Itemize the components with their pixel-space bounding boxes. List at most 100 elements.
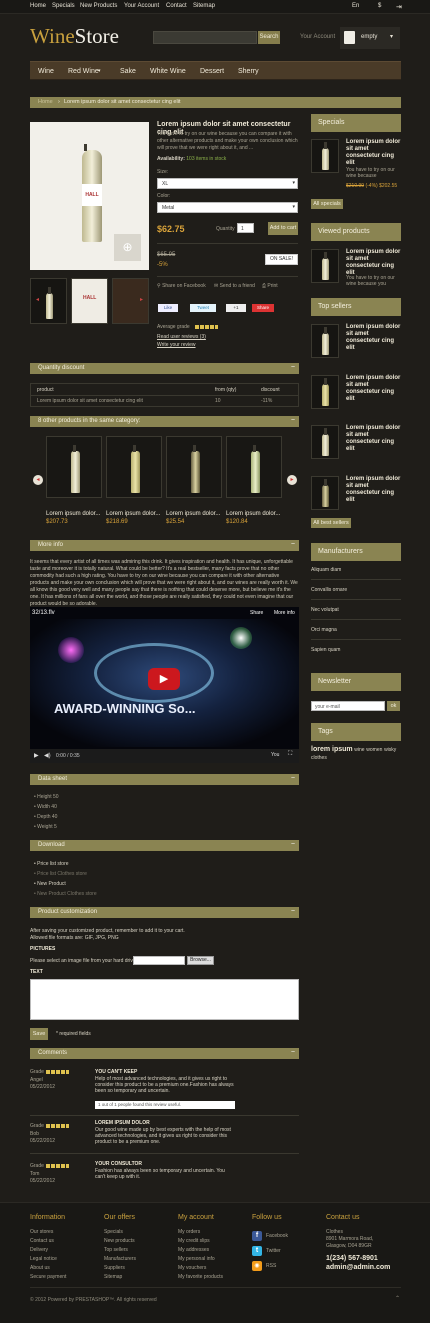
video-play-icon[interactable]: ▶ (148, 668, 180, 690)
customization-header[interactable]: Product customization − (30, 907, 299, 918)
account-link[interactable]: Your Account (300, 34, 335, 40)
thumb-prev-icon[interactable]: ◂ (36, 296, 39, 303)
currency-select[interactable]: $ (378, 3, 381, 9)
footer-link[interactable]: My addresses (178, 1246, 223, 1255)
viewed-product-name[interactable]: Lorem ipsum dolor sit amet consectetur c… (346, 249, 402, 277)
volume-icon[interactable]: ◀) (44, 752, 51, 759)
quantity-discount-header[interactable]: Quantity discount − (30, 363, 299, 374)
special-product-name[interactable]: Lorem ipsum dolor sit amet consectetur c… (346, 139, 402, 167)
footer-link[interactable]: Our stores (30, 1228, 66, 1237)
breadcrumb-home[interactable]: Home (38, 99, 53, 105)
size-select[interactable]: XL ▾ (157, 178, 298, 189)
top-link-specials[interactable]: Specials (52, 3, 75, 9)
footer-link[interactable]: My credit slips (178, 1237, 223, 1246)
top-link-home[interactable]: Home (30, 3, 46, 9)
manufacturer-link[interactable]: Convallis ornare (311, 587, 347, 593)
other-product-name[interactable]: Lorem ipsum dolor... (166, 511, 220, 517)
read-reviews-link[interactable]: Read user reviews (3) (157, 334, 206, 340)
plus-one-button[interactable]: +1 (226, 304, 246, 312)
other-product-name[interactable]: Lorem ipsum dolor... (106, 511, 160, 517)
color-select[interactable]: Metal ▾ (157, 202, 298, 213)
write-review-link[interactable]: Write your review (157, 342, 196, 348)
manufacturer-link[interactable]: Sapien quam (311, 647, 340, 653)
download-link[interactable]: • Price list store (34, 861, 69, 867)
top-seller-image[interactable] (311, 425, 339, 459)
browse-button[interactable]: Browse... (187, 956, 214, 965)
footer-link[interactable]: RSS (266, 1263, 276, 1269)
footer-link[interactable]: My personal info (178, 1255, 223, 1264)
print-link[interactable]: ⎙ Print (262, 283, 278, 289)
play-icon[interactable]: ▶ (34, 752, 39, 759)
product-image[interactable]: HALL ⊕ (30, 122, 149, 270)
comments-header[interactable]: Comments − (30, 1048, 299, 1059)
footer-link[interactable]: Contact us (30, 1237, 66, 1246)
tag-link[interactable]: wine (354, 747, 364, 753)
carousel-prev-icon[interactable]: ◂ (33, 475, 43, 485)
top-seller-name[interactable]: Lorem ipsum dolor sit amet consectetur c… (346, 375, 402, 403)
specials-header[interactable]: Specials (311, 114, 401, 132)
top-link-account[interactable]: Your Account (124, 3, 159, 9)
twitter-icon[interactable]: t (252, 1246, 262, 1256)
footer-link[interactable]: Delivery (30, 1246, 66, 1255)
newsletter-header[interactable]: Newsletter (311, 673, 401, 691)
product-thumbnail-3[interactable] (112, 278, 149, 324)
footer-link[interactable]: Manufacturers (104, 1255, 136, 1264)
youtube-logo[interactable]: You (271, 752, 279, 758)
top-sellers-header[interactable]: Top sellers (311, 298, 401, 316)
nav-sherry[interactable]: Sherry (238, 68, 259, 75)
nav-wine[interactable]: Wine (38, 68, 54, 75)
login-icon[interactable]: ⇥ (396, 3, 402, 11)
rss-icon[interactable]: ◉ (252, 1261, 262, 1271)
footer-link[interactable]: New products (104, 1237, 136, 1246)
video-title[interactable]: 32/13.flv (32, 610, 55, 616)
share-facebook-link[interactable]: ⚲ Share on Facebook (157, 283, 206, 289)
footer-link[interactable]: Twitter (266, 1248, 281, 1254)
all-specials-button[interactable]: All specials (311, 199, 343, 209)
footer-link[interactable]: My vouchers (178, 1264, 223, 1273)
tweet-button[interactable]: Tweet (190, 304, 216, 312)
nav-dessert[interactable]: Dessert (200, 68, 224, 75)
top-seller-name[interactable]: Lorem ipsum dolor sit amet consectetur c… (346, 476, 402, 504)
all-best-sellers-button[interactable]: All best sellers (311, 518, 351, 528)
quantity-input[interactable]: 1 (237, 223, 254, 233)
top-seller-image[interactable] (311, 476, 339, 510)
tag-link[interactable]: women (366, 747, 382, 753)
video-more-info[interactable]: More info (274, 610, 295, 616)
fb-like-button[interactable]: Like (158, 304, 178, 312)
footer-link[interactable]: About us (30, 1264, 66, 1273)
top-link-new-products[interactable]: New Products (80, 3, 117, 9)
custom-text-area[interactable] (30, 979, 299, 1020)
other-product-name[interactable]: Lorem ipsum dolor... (46, 511, 100, 517)
footer-link[interactable]: Sitemap (104, 1273, 136, 1282)
tag-link[interactable]: wisky (384, 747, 396, 753)
manufacturer-link[interactable]: Orci magna (311, 627, 337, 633)
download-link[interactable]: • New Product Clothes store (34, 891, 97, 897)
save-button[interactable]: Save (30, 1028, 48, 1040)
data-sheet-header[interactable]: Data sheet − (30, 774, 299, 785)
viewed-products-header[interactable]: Viewed products (311, 223, 401, 241)
search-button[interactable]: Search (258, 31, 280, 44)
more-info-header[interactable]: More info − (30, 540, 299, 551)
special-product-image[interactable] (311, 139, 339, 173)
newsletter-ok-button[interactable]: ok (387, 701, 400, 711)
store-logo[interactable]: WineStore (30, 24, 119, 49)
other-product-name[interactable]: Lorem ipsum dolor... (226, 511, 280, 517)
other-product-image-4[interactable] (226, 436, 282, 498)
other-product-image-3[interactable] (166, 436, 222, 498)
viewed-product-image[interactable] (311, 249, 339, 283)
zoom-icon[interactable]: ⊕ (114, 234, 141, 261)
nav-sake[interactable]: Sake (120, 68, 136, 75)
thumb-next-icon[interactable]: ▸ (140, 296, 143, 303)
footer-link[interactable]: Facebook (266, 1233, 288, 1239)
tag-link[interactable]: clothes (311, 755, 327, 761)
download-link[interactable]: • New Product (34, 881, 66, 887)
footer-link[interactable]: My orders (178, 1228, 223, 1237)
manufacturer-link[interactable]: Nec volutpat (311, 607, 339, 613)
top-seller-name[interactable]: Lorem ipsum dolor sit amet consectetur c… (346, 324, 402, 352)
video-player[interactable]: 32/13.flv Share More info ▶ AWARD-WINNIN… (30, 607, 299, 763)
top-link-sitemap[interactable]: Sitemap (193, 3, 215, 9)
manufacturer-link[interactable]: Aliquam diam (311, 567, 341, 573)
send-friend-link[interactable]: ✉ Send to a friend (214, 283, 255, 289)
footer-link[interactable]: Legal notice (30, 1255, 66, 1264)
nav-red-wine[interactable]: Red Wine (68, 68, 99, 75)
